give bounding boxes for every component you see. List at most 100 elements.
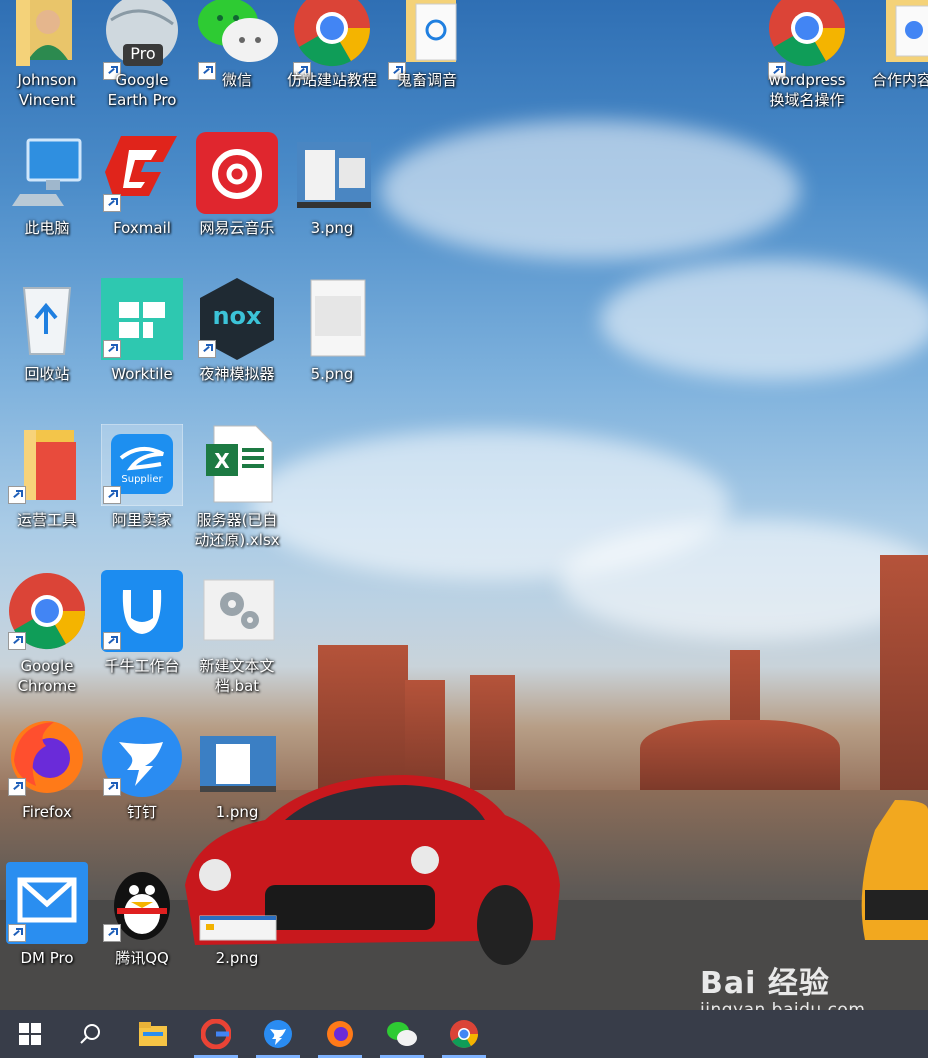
- icon-label: DM Pro: [20, 949, 74, 967]
- image-thumbnail-icon: [310, 279, 366, 357]
- shortcut-arrow-icon: [198, 340, 216, 358]
- desktop-icon-5png[interactable]: 5.png: [285, 278, 379, 416]
- taskbar-dingtalk[interactable]: [252, 1010, 304, 1058]
- icon-label: 腾讯QQ: [115, 949, 169, 967]
- cloud: [600, 260, 928, 380]
- watermark-url: jingyan.baidu.com: [700, 1000, 866, 1010]
- rock-ridge: [640, 720, 840, 790]
- icon-label: 回收站: [24, 365, 70, 383]
- icon-label: 5.png: [310, 365, 354, 383]
- icon-label: 夜神模拟器: [199, 365, 275, 383]
- desktop-icon-dm-pro[interactable]: DM Pro: [0, 862, 94, 1000]
- dingtalk-icon: [264, 1020, 292, 1048]
- icon-label: Foxmail: [113, 219, 171, 237]
- shortcut-arrow-icon: [103, 778, 121, 796]
- cloud: [560, 520, 928, 640]
- desktop-icon-worktile[interactable]: Worktile: [95, 278, 189, 416]
- desktop-icon-netease-music[interactable]: 网易云音乐: [190, 132, 284, 270]
- shortcut-arrow-icon: [103, 340, 121, 358]
- windows-logo-icon: [19, 1023, 41, 1045]
- desktop-icon-this-pc[interactable]: 此电脑: [0, 132, 94, 270]
- shortcut-arrow-icon: [103, 194, 121, 212]
- desktop-icon-cooperation[interactable]: 合作内容: [860, 0, 928, 138]
- icon-label: 合作内容: [872, 71, 928, 89]
- icon-label: 千牛工作台: [104, 657, 180, 675]
- desktop-icon-wechat[interactable]: 微信: [190, 0, 284, 138]
- supplier-badge: Supplier: [121, 474, 163, 485]
- gears-file-icon: [203, 579, 275, 641]
- desktop-icon-3png[interactable]: 3.png: [285, 132, 379, 270]
- icon-label: Johnson Vincent: [17, 71, 77, 109]
- desktop-icon-2png[interactable]: 2.png: [190, 862, 284, 1000]
- desktop-icon-foxmail[interactable]: Foxmail: [95, 132, 189, 270]
- icon-label: 运营工具: [16, 511, 77, 529]
- desktop-icon-alibaba-seller[interactable]: Supplier 阿里卖家: [95, 424, 189, 562]
- nox-badge: nox: [212, 302, 262, 330]
- icon-label: 新建文本文 档.bat: [199, 657, 275, 695]
- desktop-icon-firefox[interactable]: Firefox: [0, 716, 94, 854]
- search-button[interactable]: [64, 1010, 116, 1058]
- shortcut-arrow-icon: [103, 486, 121, 504]
- icon-label: 鬼畜调音: [396, 71, 457, 89]
- desktop-icon-recycle-bin[interactable]: 回收站: [0, 278, 94, 416]
- desktop-icon-google-earth-pro[interactable]: Pro Google Earth Pro: [95, 0, 189, 138]
- netease-music-icon: [196, 132, 278, 214]
- rock-cliff: [880, 555, 928, 795]
- excel-file-icon: X: [206, 425, 273, 503]
- icon-label: 网易云音乐: [199, 219, 275, 237]
- desktop-icon-guichu-tuning[interactable]: 鬼畜调音: [380, 0, 474, 138]
- icon-label: Worktile: [111, 365, 173, 383]
- taskbar-firefox[interactable]: [314, 1010, 366, 1058]
- desktop-icon-bat-file[interactable]: 新建文本文 档.bat: [190, 570, 284, 708]
- search-icon: [80, 1024, 100, 1044]
- shortcut-arrow-icon: [8, 486, 26, 504]
- svg-text:X: X: [214, 449, 230, 473]
- desktop-icon-wordpress-domain[interactable]: wordpress 换域名操作: [760, 0, 854, 138]
- desktop-icon-xlsx-file[interactable]: X 服务器(已自 动还原).xlsx: [190, 424, 284, 562]
- taskbar-file-explorer[interactable]: [127, 1010, 179, 1058]
- shortcut-arrow-icon: [8, 924, 26, 942]
- icon-label: 微信: [221, 71, 252, 89]
- baidu-jingyan-watermark: Bai 经验 jingyan.baidu.com: [700, 958, 865, 1010]
- desktop-icon-johnson-vincent[interactable]: Johnson Vincent: [0, 0, 94, 138]
- desktop: Johnson Vincent 此电脑 回收站 运营工具 Google Chro…: [0, 0, 928, 1010]
- desktop-icon-ops-tools[interactable]: 运营工具: [0, 424, 94, 562]
- google-g-icon: [201, 1019, 231, 1049]
- shortcut-arrow-icon: [103, 924, 121, 942]
- desktop-icon-google-chrome[interactable]: Google Chrome: [0, 570, 94, 708]
- taskbar-wechat[interactable]: [376, 1010, 428, 1058]
- desktop-icon-tencent-qq[interactable]: 腾讯QQ: [95, 862, 189, 1000]
- image-thumbnail-icon: [297, 142, 371, 208]
- cloud: [380, 120, 800, 260]
- recycle-bin-icon: [22, 287, 72, 355]
- desktop-icon-dingtalk[interactable]: 钉钉: [95, 716, 189, 854]
- shortcut-arrow-icon: [103, 632, 121, 650]
- yellow-car: [861, 800, 928, 940]
- icon-label: 仿站建站教程: [286, 71, 377, 89]
- taskbar-chrome[interactable]: [438, 1010, 490, 1058]
- icon-label: 服务器(已自 动还原).xlsx: [194, 511, 280, 549]
- desktop-icon-nox[interactable]: nox 夜神模拟器: [190, 278, 284, 416]
- icon-label: 1.png: [215, 803, 259, 821]
- taskbar-google-chrome[interactable]: [190, 1010, 242, 1058]
- icon-label: 此电脑: [24, 219, 70, 237]
- icon-label: wordpress 换域名操作: [768, 71, 846, 109]
- taskbar: [0, 1010, 928, 1058]
- icon-label: Google Earth Pro: [107, 71, 177, 109]
- chrome-icon: [450, 1020, 478, 1048]
- desktop-icon-qianniu[interactable]: 千牛工作台: [95, 570, 189, 708]
- icon-label: 2.png: [215, 949, 259, 967]
- image-thumbnail-icon: [199, 915, 277, 941]
- desktop-icon-1png[interactable]: 1.png: [190, 716, 284, 854]
- start-button[interactable]: [4, 1010, 56, 1058]
- file-explorer-icon: [139, 1022, 167, 1046]
- image-thumbnail-icon: [200, 736, 276, 792]
- watermark-brand: Bai 经验: [700, 966, 830, 1001]
- shortcut-arrow-icon: [8, 778, 26, 796]
- pro-badge: Pro: [130, 44, 156, 63]
- icon-label: 阿里卖家: [111, 511, 172, 529]
- shortcut-arrow-icon: [8, 632, 26, 650]
- firefox-icon: [327, 1021, 353, 1047]
- desktop-icon-site-tutorial[interactable]: 仿站建站教程: [285, 0, 379, 138]
- icon-label: 钉钉: [126, 803, 157, 821]
